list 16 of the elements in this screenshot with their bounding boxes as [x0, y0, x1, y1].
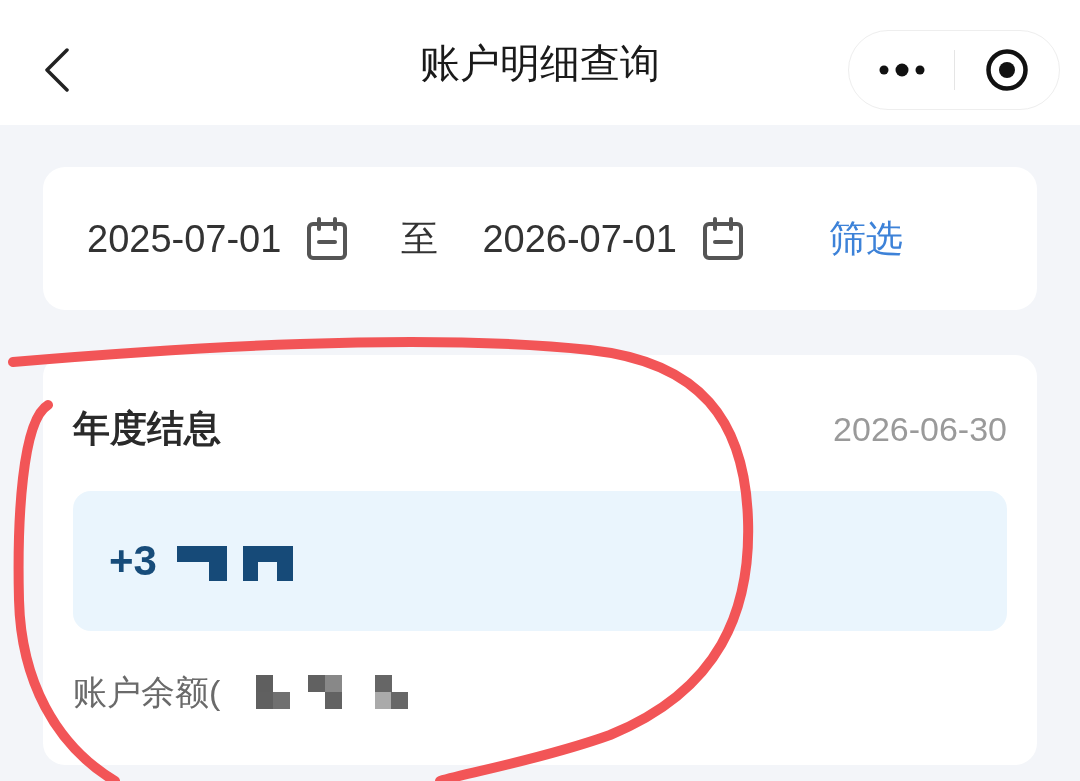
ring-dot-icon: [985, 48, 1029, 92]
interest-date: 2026-06-30: [833, 411, 1007, 446]
back-chevron-icon: [44, 48, 70, 92]
pixelated-redaction-icon: [256, 675, 409, 709]
start-date-picker[interactable]: 2025-07-01: [87, 215, 350, 262]
card-title: 年度结息: [73, 410, 221, 447]
interest-amount: +3: [109, 540, 157, 582]
end-date-picker[interactable]: 2026-07-01: [482, 215, 745, 262]
calendar-icon: [305, 215, 350, 262]
page-title: 账户明细查询: [420, 42, 660, 83]
calendar-icon: [700, 215, 745, 262]
filter-button[interactable]: 筛选: [828, 220, 903, 257]
more-dots-icon: [877, 63, 926, 77]
range-separator: 至: [401, 220, 439, 257]
pixelated-redaction-icon: [176, 545, 293, 581]
balance-label: 账户余额(: [73, 675, 221, 709]
